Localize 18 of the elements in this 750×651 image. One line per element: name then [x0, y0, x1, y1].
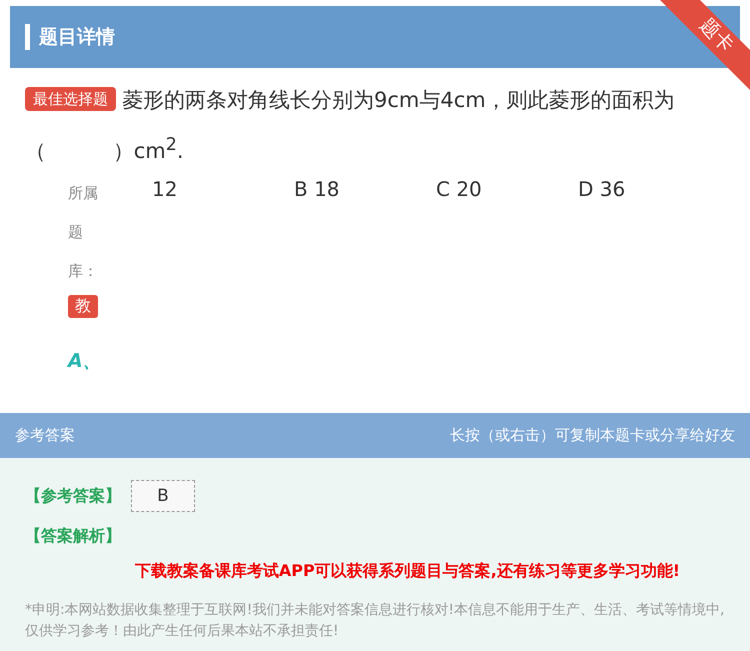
answer-bar-title: 参考答案	[15, 426, 75, 445]
option-text: D 36	[578, 176, 626, 203]
question-text: 最佳选择题 菱形的两条对角线长分别为9cm与4cm，则此菱形的面积为（ ）cm$^{2}$.	[24, 86, 676, 165]
analysis-label: 【答案解析】	[25, 526, 121, 547]
option-text: 12	[152, 176, 178, 203]
disclaimer-text: *申明:本网站数据收集整理于互联网!我们并未能对答案信息进行核对!本信息不能用于生产、生活、考试等情境中,仅供学习参考！由此产生任何后果本站不承担责任!	[25, 601, 726, 641]
answer-label: 【参考答案】	[25, 486, 121, 506]
option-text: C 20	[436, 176, 483, 203]
copy-hint: 长按（或右击）可复制本题卡或分享给好友	[450, 426, 735, 445]
option-text: B 18	[294, 176, 341, 203]
page-title: 题目详情	[39, 25, 115, 50]
answer-image: B	[131, 480, 195, 512]
title-marker	[25, 24, 30, 50]
answer-mark: A、	[68, 349, 102, 374]
question-type-tag: 最佳选择题	[25, 87, 116, 111]
promo-text[interactable]: 下载教案备课库考试APP可以获得系列题目与答案,还有练习等更多学习功能!	[25, 561, 730, 582]
bank-tag[interactable]: 教	[68, 295, 98, 318]
bank-label: 所属题库：	[68, 183, 99, 282]
